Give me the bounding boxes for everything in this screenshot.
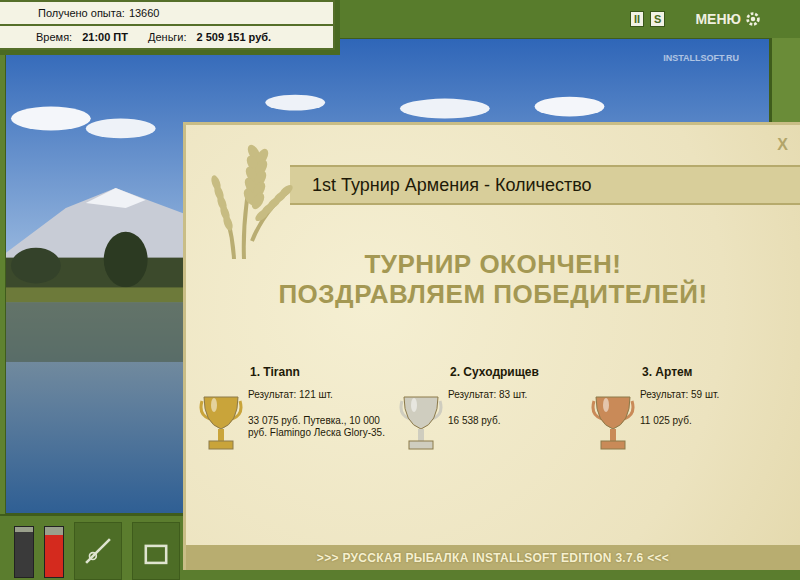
meter: [14, 526, 34, 578]
winner-body: Результат: 121 шт. 33 075 руб. Путевка.,…: [198, 389, 398, 455]
inventory-button[interactable]: [132, 522, 180, 580]
sound-button[interactable]: S: [650, 11, 665, 27]
winner-name: 1. Tirann: [198, 365, 398, 379]
menu-button[interactable]: МЕНЮ: [695, 10, 762, 28]
wheat-icon: [204, 131, 294, 261]
dialog-title-bar: 1st Турнир Армения - Количество: [290, 165, 800, 205]
winner-body: Результат: 83 шт. 16 538 руб.: [398, 389, 590, 455]
status-panel: Получено опыта: 13660 Время: 21:00 ПТ Де…: [0, 0, 340, 55]
watermark: INSTALLSOFT.RU: [663, 53, 739, 63]
tournament-dialog: X 1st Турнир Армения - Количество ТУРНИР…: [183, 122, 800, 570]
dialog-header: X: [186, 125, 800, 165]
winner-result: Результат: 121 шт.: [248, 389, 390, 401]
game-screen: II S МЕНЮ INSTALLSOFT.RU Получено опыта:…: [0, 0, 800, 580]
trophy-icon: [398, 393, 444, 455]
bag-icon: [139, 534, 173, 568]
winner-details: Результат: 83 шт. 16 538 руб.: [448, 389, 527, 427]
winner-name: 3. Артем: [590, 365, 790, 379]
winner-prize: 11 025 руб.: [640, 415, 719, 427]
trophy-icon: [198, 393, 244, 455]
winner-body: Результат: 59 шт. 11 025 руб.: [590, 389, 790, 455]
winner-card: 2. Суходрищев Результат: 83 шт. 16 538 р…: [398, 365, 590, 455]
time-label: Время:: [36, 31, 72, 43]
winner-details: Результат: 59 шт. 11 025 руб.: [640, 389, 719, 427]
dialog-title: 1st Турнир Армения - Количество: [312, 175, 592, 196]
meter: [44, 526, 64, 578]
tackle-button[interactable]: [74, 522, 122, 580]
gear-icon: [744, 10, 762, 28]
game-controls: II S МЕНЮ: [630, 10, 762, 28]
time-value: 21:00 ПТ: [82, 31, 128, 43]
headline-line: ПОЗДРАВЛЯЕМ ПОБЕДИТЕЛЕЙ!: [186, 279, 800, 309]
winner-card: 3. Артем Результат: 59 шт. 11 025 руб.: [590, 365, 790, 455]
experience-value: 13660: [129, 7, 160, 19]
money-label: Деньги:: [148, 31, 187, 43]
close-button[interactable]: X: [777, 136, 788, 154]
meter-fill: [15, 532, 33, 577]
winner-result: Результат: 83 шт.: [448, 389, 527, 401]
winner-result: Результат: 59 шт.: [640, 389, 719, 401]
meter-fill: [45, 535, 63, 578]
money-value: 2 509 151 руб.: [197, 31, 272, 43]
winner-prize: 16 538 руб.: [448, 415, 527, 427]
time-money-row: Время: 21:00 ПТ Деньги: 2 509 151 руб.: [0, 26, 333, 48]
winner-name: 2. Суходрищев: [398, 365, 590, 379]
winner-card: 1. Tirann Результат: 121 шт. 33 075 руб.…: [198, 365, 398, 455]
winner-details: Результат: 121 шт. 33 075 руб. Путевка.,…: [248, 389, 390, 439]
experience-label: Получено опыта:: [38, 7, 125, 19]
headline: ТУРНИР ОКОНЧЕН!ПОЗДРАВЛЯЕМ ПОБЕДИТЕЛЕЙ!: [186, 249, 800, 309]
pause-button[interactable]: II: [630, 11, 644, 27]
headline-line: ТУРНИР ОКОНЧЕН!: [186, 249, 800, 279]
dialog-footer: >>> РУССКАЯ РЫБАЛКА INSTALLSOFT EDITION …: [186, 545, 800, 570]
rod-icon: [81, 534, 115, 568]
winner-prize: 33 075 руб. Путевка., 10 000 руб. Flamin…: [248, 415, 390, 439]
experience-row: Получено опыта: 13660: [0, 2, 333, 24]
winners-list: 1. Tirann Результат: 121 шт. 33 075 руб.…: [186, 365, 800, 455]
trophy-icon: [590, 393, 636, 455]
